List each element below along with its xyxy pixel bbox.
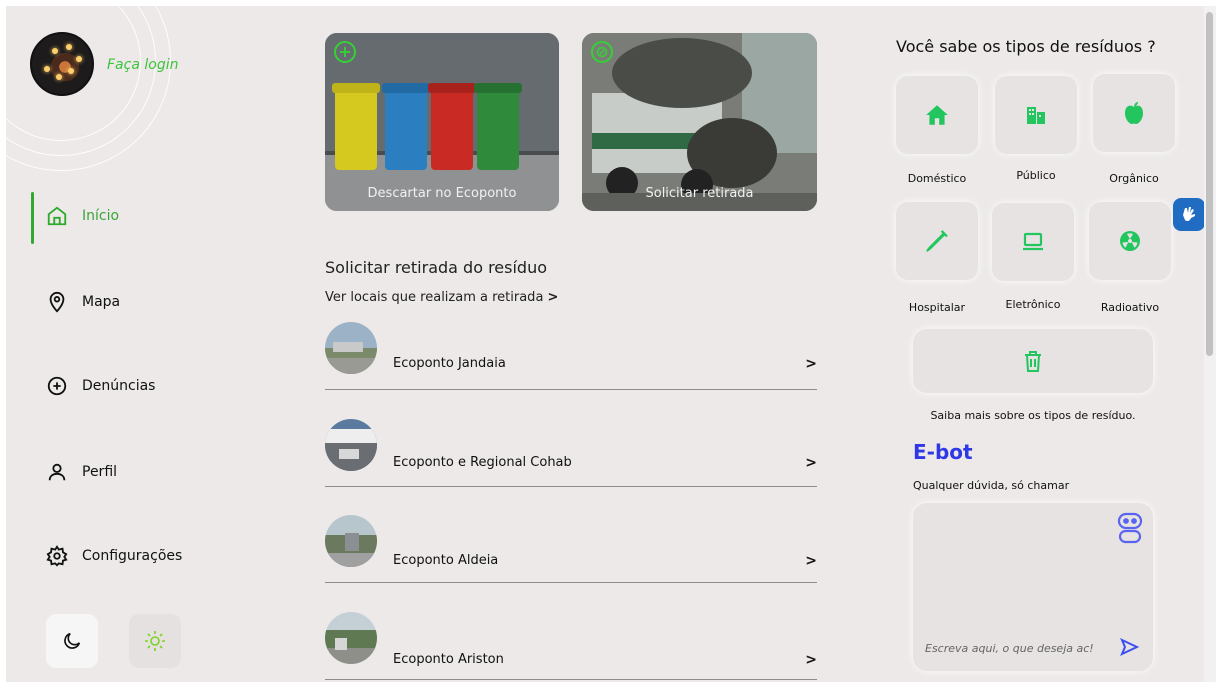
waste-tile-hospitalar[interactable]: [896, 202, 978, 280]
see-locations-link[interactable]: Ver locais que realizam a retirada >: [325, 290, 558, 305]
nav-label: Denúncias: [82, 378, 156, 394]
card-solicitar[interactable]: ⊘ Solicitar retirada: [582, 33, 817, 211]
moon-icon: [64, 632, 81, 649]
truck-image: [582, 33, 817, 211]
light-mode-button[interactable]: [129, 614, 181, 668]
scrollbar-thumb[interactable]: [1206, 12, 1213, 356]
house-icon: [926, 105, 948, 125]
waste-label: Doméstico: [907, 172, 967, 185]
chevron-right-icon[interactable]: >: [805, 356, 817, 372]
nav-label: Perfil: [82, 464, 118, 480]
waste-label: Orgânico: [1109, 172, 1159, 185]
nav-label: Configurações: [82, 548, 183, 564]
waste-label: Hospitalar: [908, 301, 966, 314]
nav-label: Início: [82, 208, 120, 224]
waste-tile-eletronico[interactable]: [992, 203, 1074, 281]
avatar[interactable]: [30, 32, 94, 96]
waste-tile-domestico[interactable]: [896, 76, 978, 154]
ecoponto-name: Ecoponto Jandaia: [393, 356, 506, 371]
send-icon[interactable]: [1119, 637, 1139, 657]
waste-types-title: Você sabe os tipos de resíduos ?: [896, 37, 1156, 56]
chat-box: [913, 503, 1153, 671]
waste-label: Radioativo: [1100, 301, 1160, 314]
apple-icon: [1125, 102, 1143, 124]
ecoponto-name: Ecoponto Aldeia: [393, 553, 499, 568]
nav-item-mapa[interactable]: Mapa: [46, 291, 120, 313]
plus-circle-icon: [47, 376, 67, 396]
ecoponto-thumbnail: [325, 322, 377, 374]
home-icon: [47, 206, 67, 226]
waste-tile-publico[interactable]: [995, 76, 1077, 154]
radiation-icon: [1120, 231, 1140, 251]
map-pin-icon: [49, 291, 65, 313]
ebot-subtitle: Qualquer dúvida, só chamar: [913, 479, 1070, 492]
see-locations-label: Ver locais que realizam a retirada: [325, 290, 544, 305]
ecoponto-thumbnail: [325, 612, 377, 664]
ebot-title: E-bot: [913, 440, 973, 464]
list-item[interactable]: Ecoponto Aldeia >: [325, 515, 817, 583]
active-indicator: [31, 192, 34, 244]
app-frame: Faça login Início Mapa Denúncias Perfil …: [6, 6, 1204, 682]
login-link[interactable]: Faça login: [107, 57, 178, 73]
waste-tile-organico[interactable]: [1093, 74, 1175, 152]
bins-image: [325, 33, 559, 211]
learn-more-text: Saiba mais sobre os tipos de resíduo.: [930, 409, 1136, 422]
nav-item-configuracoes[interactable]: Configurações: [46, 545, 182, 567]
waste-label: Eletrônico: [1005, 298, 1061, 311]
waste-label: Público: [1016, 169, 1056, 182]
waste-tile-radioativo[interactable]: [1089, 202, 1171, 280]
laptop-icon: [1023, 232, 1043, 251]
scrollbar[interactable]: [1204, 6, 1216, 682]
sun-icon: [145, 631, 165, 651]
buildings-icon: [1027, 107, 1045, 124]
accessibility-button[interactable]: [1173, 198, 1204, 231]
dark-mode-button[interactable]: [46, 614, 98, 668]
nav-item-perfil[interactable]: Perfil: [46, 461, 117, 483]
ecoponto-name: Ecoponto Ariston: [393, 652, 504, 667]
gear-icon: [46, 545, 68, 567]
ecoponto-thumbnail: [325, 419, 377, 471]
plus-circle-icon: +: [334, 41, 356, 63]
chevron-right-icon[interactable]: >: [805, 652, 817, 668]
truck-icon: ⊘: [591, 41, 613, 63]
card-label: Descartar no Ecoponto: [367, 186, 517, 201]
learn-more-button[interactable]: [913, 329, 1153, 393]
chevron-right-icon[interactable]: >: [805, 553, 817, 569]
syringe-icon: [926, 230, 948, 252]
list-item[interactable]: Ecoponto Jandaia >: [325, 322, 817, 390]
ecoponto-name: Ecoponto e Regional Cohab: [393, 455, 572, 470]
chat-input[interactable]: [925, 639, 1105, 657]
trash-icon: [1025, 351, 1041, 372]
robot-icon: [1117, 512, 1143, 544]
card-label: Solicitar retirada: [645, 186, 754, 201]
sign-language-icon: [1183, 206, 1195, 221]
section-title: Solicitar retirada do resíduo: [325, 258, 548, 277]
chevron-right-icon[interactable]: >: [805, 455, 817, 471]
nav-label: Mapa: [82, 294, 121, 310]
card-descartar[interactable]: + Descartar no Ecoponto: [325, 33, 559, 211]
user-icon: [48, 463, 66, 481]
list-item[interactable]: Ecoponto e Regional Cohab >: [325, 419, 817, 487]
decorative-rings: [6, 6, 176, 176]
list-item[interactable]: Ecoponto Ariston >: [325, 612, 817, 680]
nav-item-inicio[interactable]: Início: [46, 205, 119, 227]
ecoponto-thumbnail: [325, 515, 377, 567]
nav-item-denuncias[interactable]: Denúncias: [46, 375, 155, 397]
chevron-right-icon: >: [547, 290, 559, 305]
